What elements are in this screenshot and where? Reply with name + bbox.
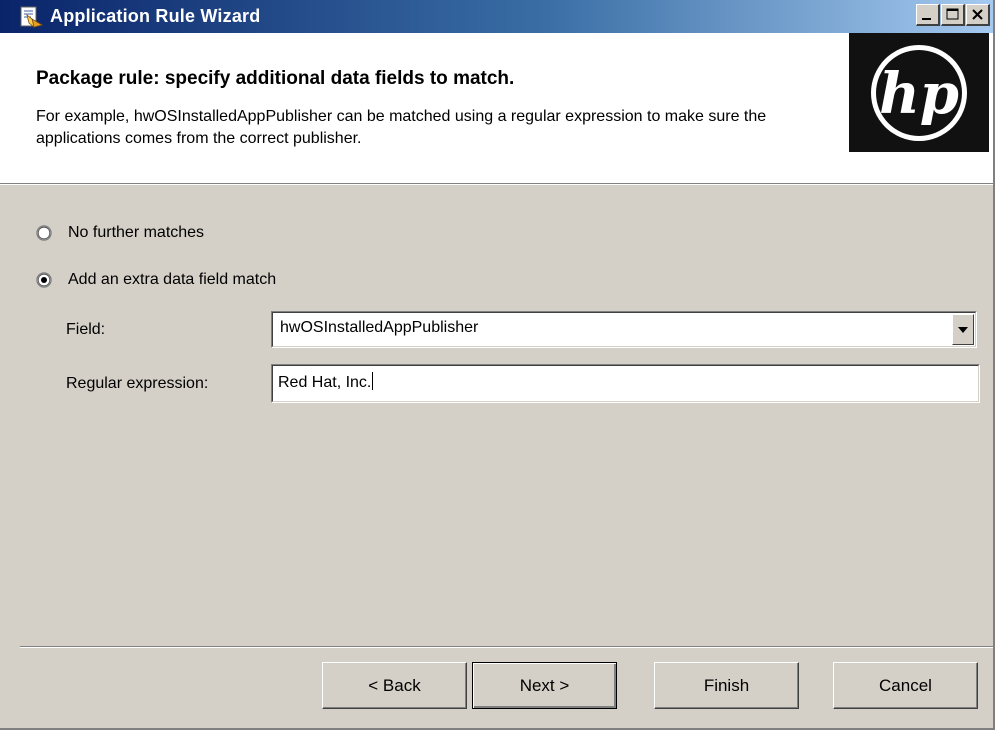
- wizard-window: Application Rule Wizard Package rule: sp…: [0, 0, 995, 730]
- maximize-icon: [946, 8, 959, 20]
- wizard-header: Package rule: specify additional data fi…: [0, 33, 993, 185]
- close-button[interactable]: [966, 4, 990, 26]
- wizard-app-icon: [18, 5, 44, 29]
- radio-label: Add an extra data field match: [68, 271, 277, 288]
- radio-label: No further matches: [68, 224, 205, 241]
- hp-logo: hp: [849, 33, 989, 152]
- finish-button[interactable]: Finish: [654, 662, 799, 709]
- title-bar[interactable]: Application Rule Wizard: [0, 0, 993, 33]
- minimize-icon: [922, 18, 931, 20]
- regex-input-value: Red Hat, Inc.: [278, 374, 372, 391]
- maximize-button[interactable]: [941, 4, 965, 26]
- regex-input-border: [272, 365, 979, 402]
- regex-label: Regular expression:: [66, 375, 209, 392]
- chevron-down-icon: [958, 327, 968, 333]
- field-label: Field:: [66, 321, 106, 338]
- regex-input[interactable]: Red Hat, Inc.: [271, 364, 980, 403]
- cancel-button[interactable]: Cancel: [833, 662, 978, 709]
- svg-text:hp: hp: [879, 61, 959, 127]
- window-title: Application Rule Wizard: [50, 6, 261, 26]
- field-dropdown-value: hwOSInstalledAppPublisher: [280, 319, 479, 336]
- regex-input-content: Red Hat, Inc.: [278, 372, 374, 392]
- radio-selected-icon: [36, 272, 52, 288]
- text-caret: [372, 372, 374, 390]
- close-icon: [972, 9, 983, 20]
- page-title: Package rule: specify additional data fi…: [36, 68, 515, 89]
- footer-separator: [20, 646, 993, 648]
- radio-circle-icon: [36, 225, 52, 241]
- next-button[interactable]: Next >: [472, 662, 617, 709]
- field-dropdown[interactable]: hwOSInstalledAppPublisher: [271, 311, 977, 348]
- minimize-button[interactable]: [916, 4, 940, 26]
- page-description: For example, hwOSInstalledAppPublisher c…: [36, 108, 767, 147]
- back-button[interactable]: < Back: [322, 662, 467, 709]
- dropdown-arrow-button[interactable]: [952, 314, 974, 345]
